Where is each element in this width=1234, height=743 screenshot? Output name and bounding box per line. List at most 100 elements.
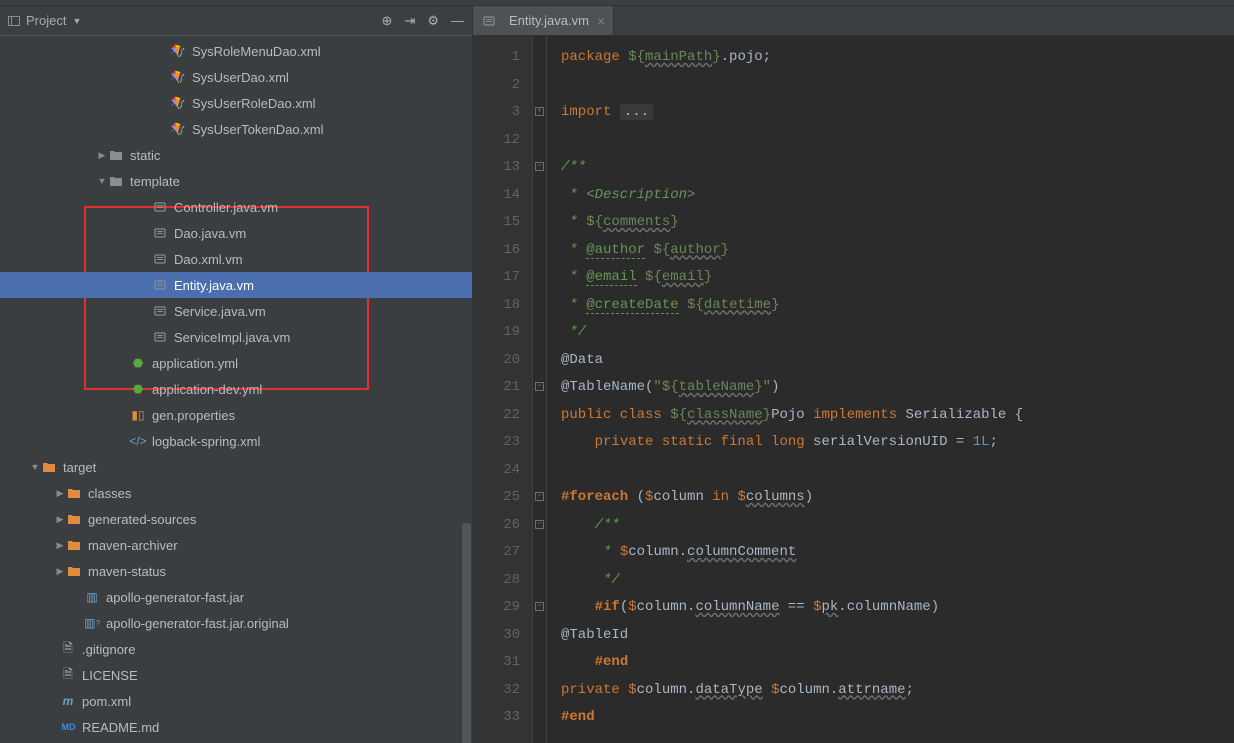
code-line[interactable]: import ...	[561, 99, 1234, 127]
hide-icon[interactable]: —	[451, 13, 464, 28]
code-line[interactable]: * $column.columnComment	[561, 539, 1234, 567]
line-number: 23	[473, 429, 520, 457]
tree-item[interactable]: ⬣application-dev.yml	[0, 376, 472, 402]
tree-item[interactable]: ▥apollo-generator-fast.jar	[0, 584, 472, 610]
tree-item[interactable]: 🪁SysRoleMenuDao.xml	[0, 38, 472, 64]
tree-item[interactable]: mpom.xml	[0, 688, 472, 714]
tree-item[interactable]: ▼target	[0, 454, 472, 480]
code-line[interactable]: #if($column.columnName == $pk.columnName…	[561, 594, 1234, 622]
tree-item[interactable]: ▶static	[0, 142, 472, 168]
line-number: 29	[473, 594, 520, 622]
line-number: 1	[473, 44, 520, 72]
project-title[interactable]: Project	[26, 13, 66, 28]
tree-item[interactable]: Entity.java.vm	[0, 272, 472, 298]
tree-item-label: .gitignore	[82, 642, 135, 657]
tree-item[interactable]: ▥?apollo-generator-fast.jar.original	[0, 610, 472, 636]
tree-item[interactable]: 🪁SysUserTokenDao.xml	[0, 116, 472, 142]
folder-icon	[66, 485, 82, 501]
fold-collapse-icon[interactable]: −	[535, 162, 544, 171]
tree-item-label: Dao.java.vm	[174, 226, 246, 241]
line-gutter: 1231213141516171819202122232425262728293…	[473, 36, 533, 743]
line-number: 15	[473, 209, 520, 237]
tree-item[interactable]: ▮▯gen.properties	[0, 402, 472, 428]
fold-collapse-icon[interactable]: −	[535, 520, 544, 529]
project-tree[interactable]: 🪁SysRoleMenuDao.xml🪁SysUserDao.xml🪁SysUs…	[0, 36, 472, 743]
code-line[interactable]: #foreach ($column in $columns)	[561, 484, 1234, 512]
tab-entity[interactable]: Entity.java.vm ×	[473, 6, 614, 35]
tree-item-label: ServiceImpl.java.vm	[174, 330, 290, 345]
tree-item[interactable]: 🪁 SysUserRoleDao.xml	[0, 90, 472, 116]
line-number: 17	[473, 264, 520, 292]
tree-item[interactable]: 🪁SysUserDao.xml	[0, 64, 472, 90]
line-number: 14	[473, 182, 520, 210]
tree-item-label: gen.properties	[152, 408, 235, 423]
code-line[interactable]	[561, 457, 1234, 485]
tree-item[interactable]: Dao.xml.vm	[0, 246, 472, 272]
tree-item[interactable]: ▶classes	[0, 480, 472, 506]
code-line[interactable]: #end	[561, 704, 1234, 732]
gear-icon[interactable]: ⚙	[427, 13, 439, 29]
expand-arrow-icon[interactable]: ▼	[29, 462, 41, 472]
tree-item[interactable]: ▶ maven-archiver	[0, 532, 472, 558]
code-line[interactable]: @TableName("${tableName}")	[561, 374, 1234, 402]
code-line[interactable]: private $column.dataType $column.attrnam…	[561, 677, 1234, 705]
code-line[interactable]: public class ${className}Pojo implements…	[561, 402, 1234, 430]
chevron-down-icon[interactable]: ▼	[72, 16, 81, 26]
fold-collapse-icon[interactable]: −	[535, 602, 544, 611]
code-content[interactable]: package ${mainPath}.pojo; import ... /**…	[547, 36, 1234, 743]
tree-item[interactable]: Service.java.vm	[0, 298, 472, 324]
tree-item[interactable]: Controller.java.vm	[0, 194, 472, 220]
tree-item[interactable]: ServiceImpl.java.vm	[0, 324, 472, 350]
tree-item[interactable]: 🗎LICENSE	[0, 662, 472, 688]
expand-arrow-icon[interactable]: ▶	[54, 540, 66, 551]
code-line[interactable]	[561, 127, 1234, 155]
tree-item[interactable]: Dao.java.vm	[0, 220, 472, 246]
line-number: 13	[473, 154, 520, 182]
collapse-all-icon[interactable]: ⇥	[404, 13, 415, 29]
code-line[interactable]: * @author ${author}	[561, 237, 1234, 265]
folder-icon	[41, 459, 57, 475]
expand-arrow-icon[interactable]: ▼	[96, 176, 108, 186]
tree-item[interactable]: ⬣application.yml	[0, 350, 472, 376]
code-line[interactable]: */	[561, 567, 1234, 595]
tree-item[interactable]: </>logback-spring.xml	[0, 428, 472, 454]
code-line[interactable]: /**	[561, 512, 1234, 540]
tree-item-label: Entity.java.vm	[174, 278, 254, 293]
tree-item-label: maven-archiver	[88, 538, 178, 553]
tree-item[interactable]: ▶ maven-status	[0, 558, 472, 584]
fold-collapse-icon[interactable]: −	[535, 382, 544, 391]
code-line[interactable]: * <Description>	[561, 182, 1234, 210]
fold-column[interactable]: + − − − − −	[533, 36, 547, 743]
file-icon: ▥?	[84, 615, 100, 631]
folder-icon	[108, 147, 124, 163]
tree-item-label: SysUserRoleDao.xml	[192, 96, 316, 111]
expand-arrow-icon[interactable]: ▶	[54, 514, 66, 525]
expand-arrow-icon[interactable]: ▶	[96, 150, 108, 161]
code-line[interactable]: #end	[561, 649, 1234, 677]
code-line[interactable]: private static final long serialVersionU…	[561, 429, 1234, 457]
panel-icon	[8, 16, 20, 26]
code-line[interactable]: @Data	[561, 347, 1234, 375]
tree-item[interactable]: ▶generated-sources	[0, 506, 472, 532]
code-line[interactable]: /**	[561, 154, 1234, 182]
code-line[interactable]: package ${mainPath}.pojo;	[561, 44, 1234, 72]
code-line[interactable]: @TableId	[561, 622, 1234, 650]
line-number: 21	[473, 374, 520, 402]
expand-arrow-icon[interactable]: ▶	[54, 488, 66, 499]
code-line[interactable]	[561, 72, 1234, 100]
fold-collapse-icon[interactable]: −	[535, 492, 544, 501]
tree-item-label: maven-status	[88, 564, 166, 579]
code-line[interactable]: * @createDate ${datetime}	[561, 292, 1234, 320]
locate-icon[interactable]: ⊕	[382, 13, 393, 29]
code-line[interactable]: * ${comments}	[561, 209, 1234, 237]
tree-item[interactable]: 🗎.gitignore	[0, 636, 472, 662]
code-line[interactable]: */	[561, 319, 1234, 347]
xml-file-icon: 🪁	[170, 95, 186, 111]
close-icon[interactable]: ×	[597, 13, 605, 29]
line-number: 28	[473, 567, 520, 595]
code-line[interactable]: * @email ${email}	[561, 264, 1234, 292]
fold-expand-icon[interactable]: +	[535, 107, 544, 116]
tree-item[interactable]: MDREADME.md	[0, 714, 472, 740]
expand-arrow-icon[interactable]: ▶	[54, 566, 66, 577]
tree-item[interactable]: ▼template	[0, 168, 472, 194]
